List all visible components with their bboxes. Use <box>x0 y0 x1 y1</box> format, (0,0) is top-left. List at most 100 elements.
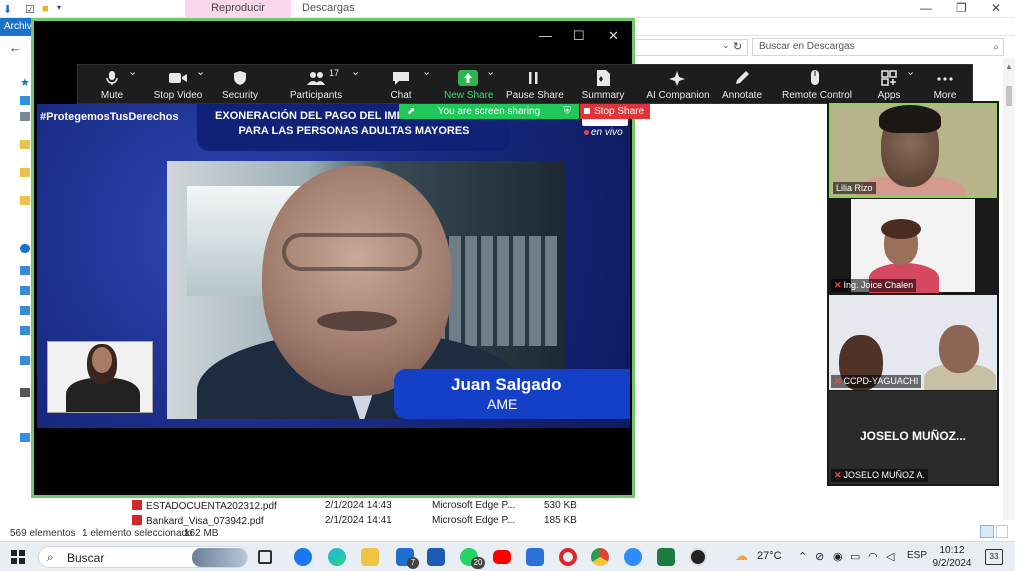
file-date: 2/1/2024 14:43 <box>325 500 392 511</box>
drive-icon-1[interactable] <box>20 286 30 295</box>
pause-share-button[interactable]: Pause Share <box>506 65 564 105</box>
mute-options-chevron-icon[interactable]: ⌄ <box>128 65 137 105</box>
scrollbar-thumb[interactable] <box>1006 86 1012 106</box>
tray-icon-2[interactable]: ◉ <box>833 550 843 563</box>
annotate-button[interactable]: Annotate <box>720 65 764 105</box>
ai-companion-button[interactable]: AI Companion <box>645 65 711 105</box>
close-icon[interactable]: ✕ <box>608 28 619 44</box>
drive-icon-4[interactable] <box>20 388 30 397</box>
language-indicator[interactable]: ESP <box>907 550 927 561</box>
participant-label: ✕ Ing. Joice Chalen <box>831 279 917 292</box>
quick-access-dropdown-icon[interactable]: ▾ <box>57 3 61 12</box>
participants-chevron-icon[interactable]: ⌄ <box>351 65 360 105</box>
weather-icon[interactable]: ☁ <box>735 548 748 564</box>
media-player-icon[interactable] <box>689 548 707 566</box>
music-icon[interactable] <box>20 356 30 365</box>
tray-chevron-icon[interactable]: ⌃ <box>798 550 807 563</box>
participant-display-name: JOSELO MUÑOZ... <box>859 429 966 443</box>
scroll-up-icon[interactable]: ▲ <box>1005 62 1013 71</box>
lower-third: Juan Salgado AME <box>394 369 630 419</box>
drive-icon-3[interactable] <box>20 326 30 335</box>
wifi-icon[interactable]: ◠ <box>868 550 878 563</box>
download-arrow-icon[interactable]: ⬇ <box>3 3 12 16</box>
list-item[interactable]: ESTADOCUENTA202312.pdf 2/1/2024 14:43 Mi… <box>132 500 592 513</box>
properties-icon[interactable]: ☑ <box>25 3 35 16</box>
chat-chevron-icon[interactable]: ⌄ <box>422 65 431 105</box>
opera-icon[interactable] <box>559 548 577 566</box>
folder-icon-1[interactable] <box>20 140 30 149</box>
participant-tile[interactable]: ✕ CCPD-YAGUACHI <box>829 295 997 390</box>
address-field[interactable] <box>630 39 748 56</box>
more-button[interactable]: More <box>930 65 960 105</box>
tray-icon-1[interactable]: ⊘ <box>815 550 824 563</box>
new-share-button[interactable]: New Share <box>444 65 493 105</box>
tiles-view-button[interactable] <box>996 525 1008 538</box>
chrome-icon[interactable] <box>591 548 609 566</box>
task-view-icon[interactable] <box>258 550 272 564</box>
back-arrow-icon[interactable]: ← <box>9 40 22 55</box>
desktop-folder-icon[interactable] <box>20 96 30 105</box>
vertical-scrollbar[interactable]: ▲ <box>1003 58 1015 520</box>
participant-tile[interactable]: ✕ Ing. Joice Chalen <box>829 199 997 294</box>
excel-icon[interactable] <box>657 548 675 566</box>
zoom-icon[interactable] <box>624 548 642 566</box>
microphone-icon <box>102 70 122 86</box>
file-size: 530 KB <box>544 500 577 511</box>
video-options-chevron-icon[interactable]: ⌄ <box>196 65 205 105</box>
battery-icon[interactable]: ▭ <box>850 550 860 563</box>
summary-button[interactable]: Summary <box>578 65 628 105</box>
file-type: Microsoft Edge P... <box>432 500 516 511</box>
folder-icon-2[interactable] <box>20 168 30 177</box>
share-chevron-icon[interactable]: ⌄ <box>486 65 495 105</box>
file-explorer-icon[interactable] <box>361 548 379 566</box>
store-icon[interactable] <box>526 548 544 566</box>
remote-control-button[interactable]: Remote Control <box>782 65 852 105</box>
clock[interactable]: 10:12 9/2/2024 <box>932 544 972 570</box>
folder-icon-3[interactable] <box>20 196 30 205</box>
maximize-icon[interactable]: ☐ <box>573 28 585 44</box>
taskbar-search[interactable]: ⌕ Buscar <box>38 546 248 568</box>
security-label: Security <box>221 90 259 101</box>
youtube-icon[interactable] <box>493 550 511 564</box>
edge-icon[interactable] <box>328 548 346 566</box>
drive-icon-2[interactable] <box>20 306 30 315</box>
onedrive-icon[interactable] <box>20 244 30 253</box>
folder-icon[interactable]: ■ <box>42 3 49 15</box>
list-item[interactable]: Bankard_Visa_073942.pdf 2/1/2024 14:41 M… <box>132 515 592 526</box>
apps-button[interactable]: Apps <box>874 65 904 105</box>
archivo-tab[interactable]: Archivo <box>0 18 37 36</box>
address-dropdown-icon[interactable]: ⌄ <box>722 40 730 51</box>
close-icon[interactable]: ✕ <box>991 1 1001 15</box>
pdf-icon <box>132 515 142 525</box>
star-icon[interactable]: ★ <box>20 76 30 89</box>
security-button[interactable]: Security <box>218 65 262 105</box>
search-input[interactable]: Buscar en Descargas ⌕ <box>752 38 1004 56</box>
stop-share-button[interactable]: Stop Share <box>580 104 650 119</box>
participant-face <box>939 325 979 373</box>
sign-interpreter-video <box>47 341 153 413</box>
minimize-icon[interactable]: — <box>920 1 932 15</box>
restore-icon[interactable]: ❐ <box>956 1 967 15</box>
screen-sharing-banner[interactable]: ⬈ You are screen sharing ⛨ <box>399 104 579 119</box>
network-icon[interactable] <box>20 433 30 442</box>
word-icon[interactable] <box>427 548 445 566</box>
interpreter-head <box>92 347 112 373</box>
apps-chevron-icon[interactable]: ⌄ <box>906 65 915 105</box>
chat-button[interactable]: Chat <box>384 65 418 105</box>
details-view-button[interactable] <box>980 525 994 538</box>
weather-temp[interactable]: 27°C <box>757 550 782 562</box>
facebook-icon[interactable] <box>294 548 312 566</box>
refresh-icon[interactable]: ↻ <box>733 40 742 53</box>
speaker-head <box>262 166 452 396</box>
participant-tile[interactable]: JOSELO MUÑOZ... ✕ JOSELO MUÑOZ A. <box>829 391 997 484</box>
windows-start-icon[interactable] <box>11 550 25 564</box>
notifications-badge[interactable]: 33 <box>985 549 1003 565</box>
participant-name: Lilia Rizo <box>833 182 876 194</box>
participant-tile[interactable]: Lilia Rizo <box>829 103 997 198</box>
downloads-folder-icon[interactable] <box>20 112 30 121</box>
tab-reproducir[interactable]: Reproducir <box>185 0 291 18</box>
this-pc-icon[interactable] <box>20 266 30 275</box>
share-arrow-icon <box>458 70 478 86</box>
minimize-icon[interactable]: — <box>539 28 552 43</box>
volume-icon[interactable]: ◁ <box>886 550 894 563</box>
